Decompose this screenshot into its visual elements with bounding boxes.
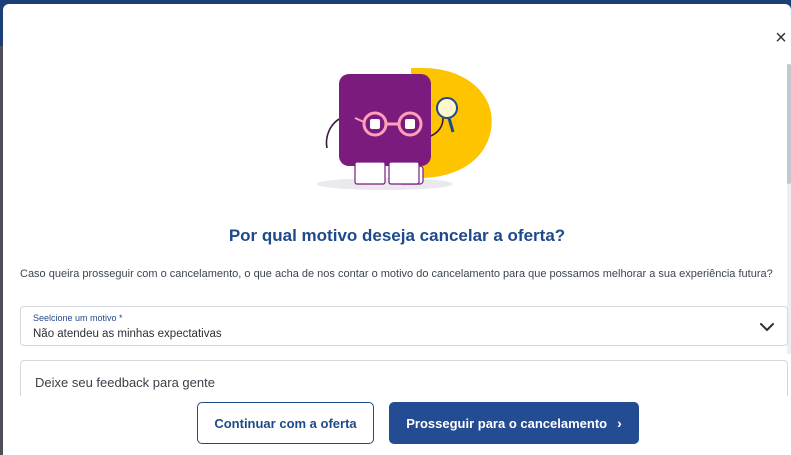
proceed-cancel-label: Prosseguir para o cancelamento — [406, 415, 608, 431]
continue-offer-label: Continuar com a oferta — [214, 415, 357, 431]
close-icon[interactable]: × — [771, 28, 791, 48]
scrollbar-thumb[interactable] — [787, 64, 791, 184]
chevron-down-icon[interactable] — [759, 319, 775, 335]
continue-offer-button[interactable]: Continuar com a oferta — [197, 402, 374, 444]
chevron-right-icon: › — [617, 415, 622, 431]
reason-select-label: Seelcione um motivo * — [33, 313, 123, 323]
modal-title: Por qual motivo deseja cancelar a oferta… — [228, 226, 566, 245]
mascot-illustration — [317, 68, 492, 190]
feedback-placeholder: Deixe seu feedback para gente — [35, 375, 215, 390]
cancel-offer-modal: × Por qual motivo deseja cancelar a ofer… — [3, 4, 791, 455]
reason-select[interactable]: Seelcione um motivo * Não atendeu as min… — [20, 306, 788, 346]
reason-select-value: Não atendeu as minhas expectativas — [33, 328, 222, 340]
modal-description: Caso queira prosseguir com o cancelament… — [20, 268, 773, 280]
proceed-cancel-button[interactable]: Prosseguir para o cancelamento › — [389, 402, 639, 444]
